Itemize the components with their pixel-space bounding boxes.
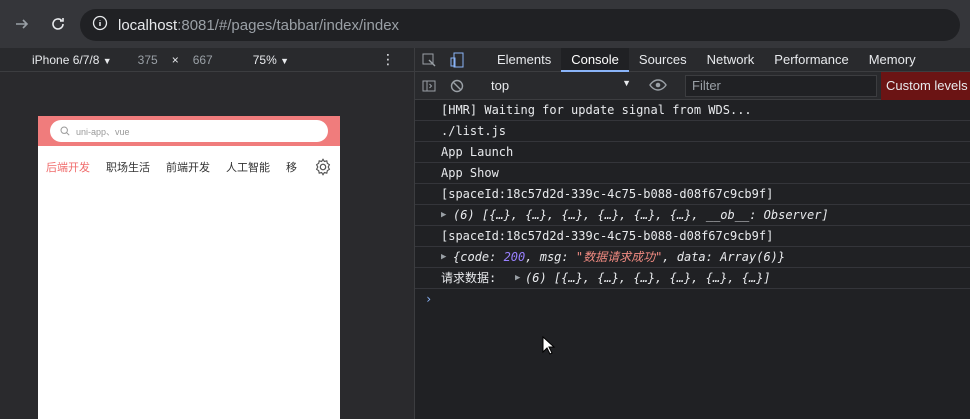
url-host: localhost [118,16,178,34]
log-line: [spaceId:18c57d2d-339c-4c75-b088-d08f67c… [415,184,970,205]
tab-memory[interactable]: Memory [859,48,926,72]
device-toolbar: iPhone 6/7/8 ▼ 375 × 667 75% ▼ ⋮ [0,48,414,72]
tab-mobile[interactable]: 移 [278,159,305,175]
mouse-cursor-icon [542,336,556,355]
tab-console[interactable]: Console [561,47,629,72]
search-input[interactable]: uni-app、vue [50,120,328,142]
console-output: [HMR] Waiting for update signal from WDS… [415,100,970,419]
search-placeholder: uni-app、vue [76,126,130,137]
log-line: [HMR] Waiting for update signal from WDS… [415,100,970,121]
tab-network[interactable]: Network [697,48,765,72]
tab-sources[interactable]: Sources [629,48,697,72]
dimension-separator: × [171,52,179,67]
device-viewport: uni-app、vue 后端开发 职场生活 前端开发 人工智能 移 [0,72,414,419]
phone-screen: uni-app、vue 后端开发 职场生活 前端开发 人工智能 移 [38,116,340,419]
log-line: App Launch [415,142,970,163]
log-line: [spaceId:18c57d2d-339c-4c75-b088-d08f67c… [415,226,970,247]
request-label: 请求数据: [441,271,497,285]
device-width[interactable]: 375 [138,53,158,67]
more-options-icon[interactable]: ⋮ [381,51,395,68]
url-path: :8081/#/pages/tabbar/index/index [177,16,400,34]
tab-performance[interactable]: Performance [764,48,858,72]
eye-icon[interactable] [649,76,667,97]
forward-icon[interactable] [8,10,36,38]
request-array: (6) [{…}, {…}, {…}, {…}, {…}, {…}] [525,271,771,285]
clear-console-icon[interactable] [443,74,471,98]
search-icon [60,126,70,136]
log-request-line[interactable]: 请求数据: ▶ (6) [{…}, {…}, {…}, {…}, {…}, {…… [415,268,970,289]
gear-icon[interactable] [314,158,332,176]
context-select[interactable]: top ▼ [491,78,631,94]
log-line: App Show [415,163,970,184]
inspect-icon[interactable] [415,48,443,72]
tab-elements[interactable]: Elements [487,48,561,72]
tab-career[interactable]: 职场生活 [98,159,158,175]
expand-icon[interactable]: ▶ [515,268,520,288]
tab-frontend[interactable]: 前端开发 [158,159,218,175]
log-object-line[interactable]: ▶ {code: 200, msg: "数据请求成功", data: Array… [415,247,970,268]
filter-input[interactable]: Filter [685,75,877,97]
console-toolbar: top ▼ Filter Custom levels [415,72,970,100]
devtools-panel: Elements Console Sources Network Perform… [414,47,970,419]
info-icon[interactable] [92,15,108,36]
app-header: uni-app、vue [38,116,340,146]
category-tabs: 后端开发 职场生活 前端开发 人工智能 移 [38,156,340,178]
log-array-line[interactable]: ▶ (6) [{…}, {…}, {…}, {…}, {…}, {…}, __o… [415,205,970,226]
device-select[interactable]: iPhone 6/7/8 ▼ [32,53,112,67]
expand-icon[interactable]: ▶ [441,205,446,225]
expand-icon[interactable]: ▶ [441,247,446,267]
device-toggle-icon[interactable] [443,48,471,72]
devtools-tabs: Elements Console Sources Network Perform… [415,47,970,72]
device-height[interactable]: 667 [193,53,213,67]
sidebar-toggle-icon[interactable] [415,74,443,98]
reload-icon[interactable] [44,10,72,38]
tab-backend[interactable]: 后端开发 [38,159,98,175]
zoom-select[interactable]: 75% ▼ [253,53,289,67]
address-bar[interactable]: localhost:8081/#/pages/tabbar/index/inde… [80,9,960,41]
tab-ai[interactable]: 人工智能 [218,159,278,175]
browser-toolbar: localhost:8081/#/pages/tabbar/index/inde… [0,0,970,48]
log-line: ./list.js [415,121,970,142]
log-levels-dropdown[interactable]: Custom levels [881,72,970,100]
console-prompt[interactable]: › [415,289,970,310]
